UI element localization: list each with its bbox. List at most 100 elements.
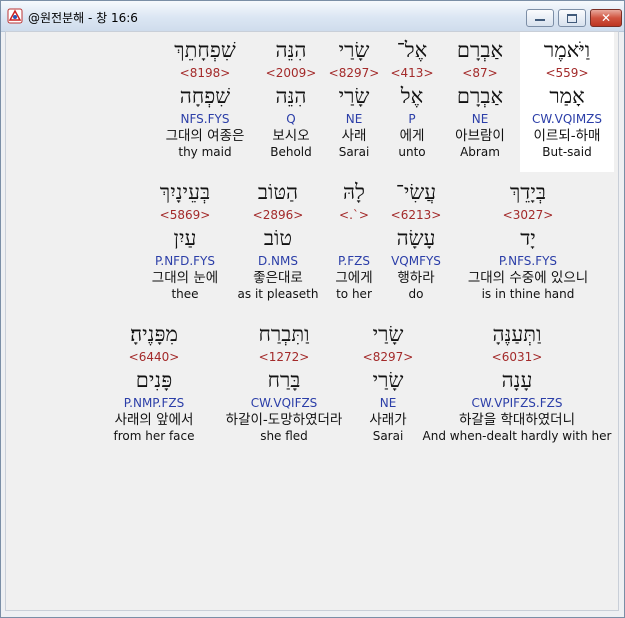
minimize-button[interactable] (526, 9, 554, 27)
korean-gloss: 그대의 여종은 (165, 128, 245, 144)
strong-number[interactable]: <2896> (253, 207, 304, 223)
strong-number[interactable]: <5869> (160, 207, 211, 223)
word-block[interactable]: וַיֹּאמֶר <559> אָמַר CW.VQIMZS 이르되-하매 B… (520, 35, 614, 160)
korean-gloss: 사래가 (369, 412, 407, 428)
strong-number[interactable]: <6213> (391, 207, 442, 223)
lemma-word: פָּנִים (135, 368, 173, 392)
english-gloss: do (408, 287, 424, 301)
word-block[interactable]: שָׂרַי <8297> שָׂרַי NE 사래 Sarai (324, 35, 384, 160)
lemma-word: הִנֵּה (275, 84, 307, 108)
english-gloss: from her face (113, 429, 195, 443)
lemma-word: עַיִן (173, 226, 197, 250)
english-gloss: Abram (460, 145, 500, 159)
korean-gloss: 좋은대로 (253, 270, 303, 286)
korean-gloss: 보시오 (272, 128, 310, 144)
word-block[interactable]: שִׁפְחָתֵךְ <8198> שִׁפְחָה NFS.FYS 그대의 … (152, 35, 258, 160)
parse-code: D.NMS (257, 254, 298, 268)
lemma-word: בָּרַח (267, 368, 301, 392)
lemma-word: שָׂרַי (372, 368, 404, 392)
english-gloss: Sarai (338, 145, 370, 159)
word-block[interactable]: שָׂרַי <8297> שָׂרַי NE 사래가 Sarai (358, 319, 418, 444)
strong-number[interactable]: <87> (462, 65, 497, 81)
korean-gloss: 하갈을 학대하였더니 (458, 412, 576, 428)
lemma-word: אָמַר (549, 84, 585, 108)
korean-gloss: 그대의 눈에 (151, 270, 219, 286)
parse-code: P.NMP.FZS (123, 396, 185, 410)
parse-code: P (408, 112, 416, 126)
english-gloss: And when-dealt hardly with her (422, 429, 612, 443)
korean-gloss: 행하라 (397, 270, 435, 286)
parse-code: NFS.FYS (180, 112, 230, 126)
parse-code: CW.VPIFZS.FZS (471, 396, 563, 410)
title-bar[interactable]: @원전분해 - 창 16:6 ✕ (1, 1, 624, 32)
korean-gloss: 사래 (341, 128, 367, 144)
parse-code: CW.VQIMZS (531, 112, 603, 126)
maximize-icon (567, 14, 577, 23)
korean-gloss: 그대의 수중에 있으니 (467, 270, 589, 286)
maximize-button[interactable] (558, 9, 586, 27)
hebrew-word: וַתִּבְרַח (258, 322, 310, 346)
parse-code: Q (286, 112, 296, 126)
strong-number[interactable]: <8297> (329, 65, 380, 81)
strong-number[interactable]: <413> (390, 65, 433, 81)
parse-code: P.NFS.FYS (498, 254, 558, 268)
strong-number[interactable]: <3027> (503, 207, 554, 223)
lemma-word: עָנָה (501, 368, 533, 392)
hebrew-word: וַיֹּאמֶר (543, 38, 591, 62)
hebrew-word: מִפָּנֶיהָ׃ (130, 322, 178, 346)
lemma-word: שִׁפְחָה (179, 84, 231, 108)
parse-code: VQMFYS (391, 254, 441, 268)
close-icon: ✕ (600, 11, 612, 25)
strong-number[interactable]: <8198> (180, 65, 231, 81)
interlinear-panel[interactable]: וַיֹּאמֶר <559> אָמַר CW.VQIMZS 이르되-하매 B… (5, 31, 619, 611)
lemma-word: שָׂרַי (338, 84, 370, 108)
korean-gloss: 사래의 앞에서 (114, 412, 194, 428)
korean-gloss: 에게 (399, 128, 425, 144)
strong-number[interactable]: <.`> (339, 207, 369, 223)
hebrew-word: וַתְּעַנֶּהָ (492, 322, 542, 346)
strong-number[interactable]: <6440> (129, 349, 180, 365)
word-block[interactable]: הַטּוֹב <2896> טוֹב D.NMS 좋은대로 as it ple… (234, 177, 322, 302)
english-gloss: Behold (270, 145, 312, 159)
strong-number[interactable]: <559> (545, 65, 588, 81)
hebrew-word: שָׂרַי (338, 38, 370, 62)
lemma-word: אַבְרָם (456, 84, 504, 108)
korean-gloss: 하갈이-도망하였더라 (225, 412, 343, 428)
korean-gloss: 이르되-하매 (533, 128, 601, 144)
strong-number[interactable]: <6031> (492, 349, 543, 365)
parse-code: P.FZS (338, 254, 370, 268)
hebrew-word: אַבְרָם (456, 38, 504, 62)
word-block[interactable]: בְּעֵינָיִךְ <5869> עַיִן P.NFD.FYS 그대의 … (142, 177, 228, 302)
word-block[interactable]: הִנֵּה <2009> הִנֵּה Q 보시오 Behold (258, 35, 324, 160)
hebrew-word: לָהּ (343, 180, 365, 204)
strong-number[interactable]: <1272> (259, 349, 310, 365)
korean-gloss: 아브람이 (455, 128, 505, 144)
lemma-word: טוֹב (263, 226, 293, 250)
word-block[interactable]: וַתְּעַנֶּהָ <6031> עָנָה CW.VPIFZS.FZS … (422, 319, 612, 444)
close-button[interactable]: ✕ (590, 9, 622, 27)
hebrew-word: בְּיָדֵךְ (509, 180, 547, 204)
hebrew-word: שָׂרַי (372, 322, 404, 346)
strong-number[interactable]: <8297> (363, 349, 414, 365)
parse-code: NE (471, 112, 489, 126)
english-gloss: But-said (542, 145, 592, 159)
word-block[interactable]: וַתִּבְרַח <1272> בָּרַח CW.VQIFZS 하갈이-도… (214, 319, 354, 444)
word-block[interactable]: אֶל־ <413> אֶל P 에게 unto (384, 35, 440, 160)
english-gloss: she fled (260, 429, 308, 443)
word-block[interactable]: עֲשִׂי־ <6213> עָשָׂה VQMFYS 행하라 do (384, 177, 448, 302)
english-gloss: unto (398, 145, 426, 159)
english-gloss: thy maid (178, 145, 232, 159)
window-title: @원전분해 - 창 16:6 (28, 11, 138, 25)
hebrew-word: אֶל־ (396, 38, 428, 62)
lemma-word: עָשָׂה (396, 226, 436, 250)
hebrew-word: בְּעֵינָיִךְ (159, 180, 211, 204)
word-block[interactable]: לָהּ <.`> P.FZS 그에게 to her (328, 177, 380, 302)
hebrew-word: עֲשִׂי־ (395, 180, 437, 204)
word-block[interactable]: אַבְרָם <87> אַבְרָם NE 아브람이 Abram (440, 35, 520, 160)
english-gloss: Sarai (372, 429, 404, 443)
hebrew-word: הִנֵּה (275, 38, 307, 62)
strong-number[interactable]: <2009> (266, 65, 317, 81)
word-block[interactable]: בְּיָדֵךְ <3027> יָד P.NFS.FYS 그대의 수중에 있… (448, 177, 608, 302)
parse-code: NE (345, 112, 363, 126)
word-block[interactable]: מִפָּנֶיהָ׃ <6440> פָּנִים P.NMP.FZS 사래의… (102, 319, 206, 444)
